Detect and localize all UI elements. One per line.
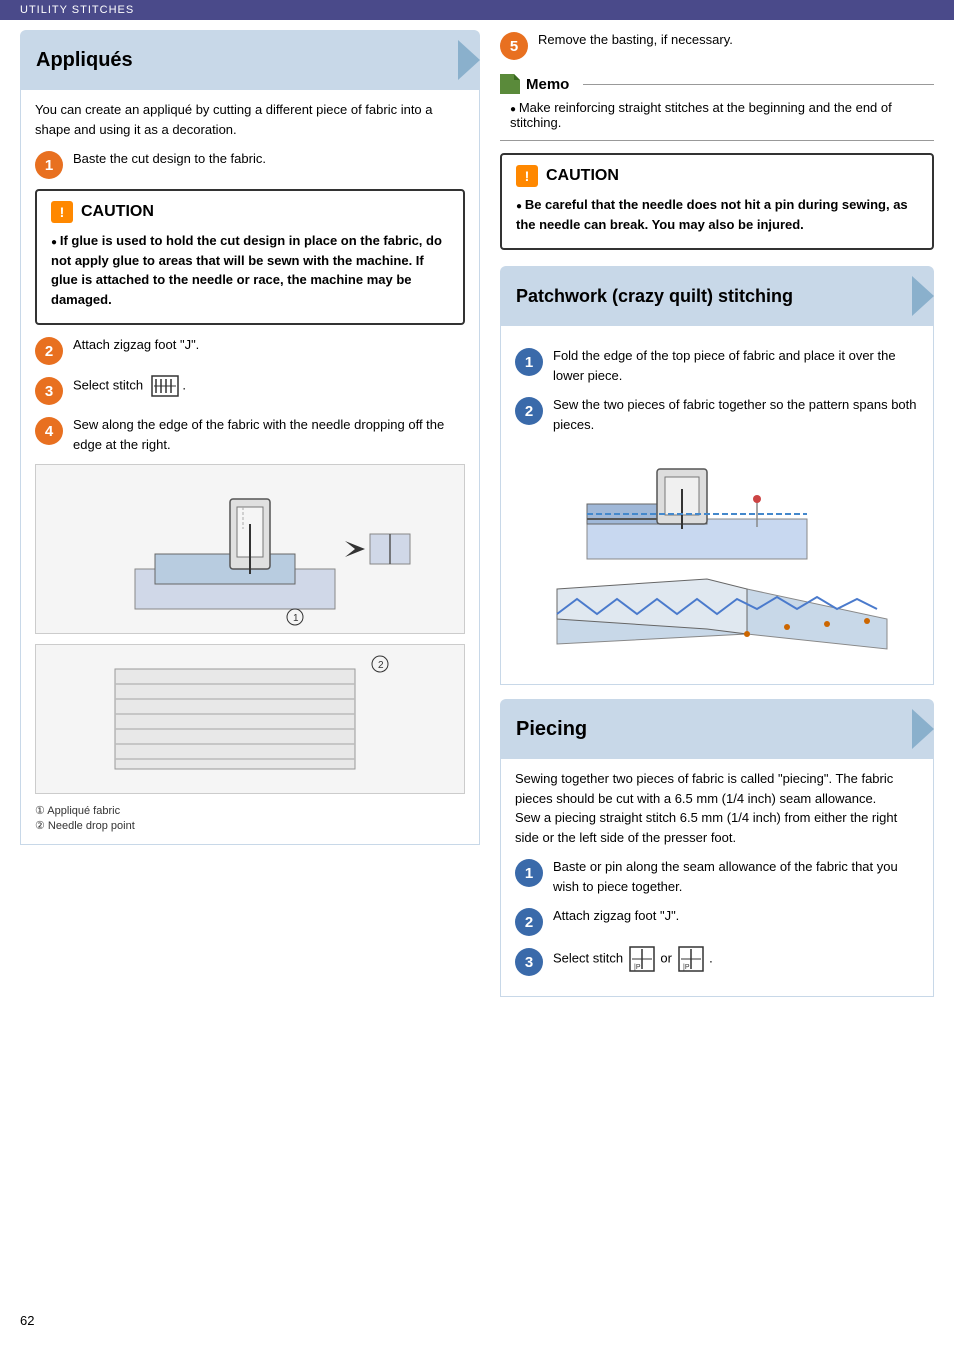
caution-label-2: CAUTION [546,167,619,185]
patchwork-header: Patchwork (crazy quilt) stitching [500,266,934,326]
caption-2: ② Needle drop point [35,819,465,832]
step-1-text: Baste the cut design to the fabric. [73,149,266,169]
step-4-text: Sew along the edge of the fabric with th… [73,415,465,454]
piecing-step-1: 1 Baste or pin along the seam allowance … [515,857,919,896]
piecing-stitch-icon-1: |P [629,946,655,972]
appliques-step-1: 1 Baste the cut design to the fabric. [35,149,465,179]
caution-item-1-0: If glue is used to hold the cut design i… [51,231,449,309]
piecing-stitch-icon-2: |P [678,946,704,972]
appliques-title: Appliqués [36,49,133,72]
piecing-step-2-circle: 2 [515,908,543,936]
appliques-header: Appliqués [20,30,480,90]
sewing-machine-illustration: 1 [35,464,465,634]
patchwork-svg [527,449,907,659]
memo-box: Memo Make reinforcing straight stitches … [500,74,934,141]
appliques-intro: You can create an appliqué by cutting a … [35,100,465,139]
step-3-circle: 3 [35,377,63,405]
memo-text: Make reinforcing straight stitches at th… [500,100,934,130]
patchwork-step-2-text: Sew the two pieces of fabric together so… [553,395,919,434]
patchwork-body: 1 Fold the edge of the top piece of fabr… [500,326,934,685]
appliques-step-4: 4 Sew along the edge of the fabric with … [35,415,465,454]
step-5-text: Remove the basting, if necessary. [538,30,733,50]
piecing-body: Sewing together two pieces of fabric is … [500,759,934,997]
piecing-intro: Sewing together two pieces of fabric is … [515,769,919,847]
step-4-circle: 4 [35,417,63,445]
patchwork-illustration [515,444,919,664]
memo-title: Memo [500,74,934,94]
svg-text:2: 2 [378,660,384,671]
page-number: 62 [20,1313,34,1328]
top-bar: UTILITY STITCHES [0,0,954,20]
right-column: 5 Remove the basting, if necessary. Memo… [500,30,934,1011]
memo-item-0: Make reinforcing straight stitches at th… [510,100,934,130]
step-3-text: Select stitch . [73,375,186,397]
warning-icon-1: ! [51,201,73,223]
patchwork-step-1-text: Fold the edge of the top piece of fabric… [553,346,919,385]
caution-text-2: Be careful that the needle does not hit … [516,195,918,234]
step-1-circle: 1 [35,151,63,179]
patchwork-step-1: 1 Fold the edge of the top piece of fabr… [515,346,919,385]
patchwork-step-2: 2 Sew the two pieces of fabric together … [515,395,919,434]
piecing-step-3-circle: 3 [515,948,543,976]
step-2-text: Attach zigzag foot "J". [73,335,199,355]
patchwork-title: Patchwork (crazy quilt) stitching [516,286,793,307]
striped-fabric-illustration: 2 [35,644,465,794]
svg-text:|P: |P [683,964,690,971]
patchwork-step-1-circle: 1 [515,348,543,376]
stitch-icon-applique [151,375,179,397]
piecing-title: Piecing [516,718,587,741]
caution-box-2: ! CAUTION Be careful that the needle doe… [500,153,934,250]
patchwork-step-2-circle: 2 [515,397,543,425]
caution-title-1: ! CAUTION [51,201,449,223]
piecing-step-1-text: Baste or pin along the seam allowance of… [553,857,919,896]
captions: ① Appliqué fabric ② Needle drop point [35,804,465,832]
svg-text:|P: |P [634,964,641,971]
piecing-header: Piecing [500,699,934,759]
left-column: Appliqués You can create an appliqué by … [20,30,480,1011]
caution-text-1: If glue is used to hold the cut design i… [51,231,449,309]
appliques-step-2: 2 Attach zigzag foot "J". [35,335,465,365]
top-bar-label: UTILITY STITCHES [20,4,134,16]
patchwork-arrow [912,276,934,316]
piecing-step-1-circle: 1 [515,859,543,887]
caution-title-2: ! CAUTION [516,165,918,187]
piecing-step-2-text: Attach zigzag foot "J". [553,906,679,926]
svg-text:1: 1 [293,613,299,624]
page: { "topBar": { "label": "UTILITY STITCHES… [0,0,954,1348]
step-5-circle: 5 [500,32,528,60]
step-5: 5 Remove the basting, if necessary. [500,30,934,60]
piecing-step-3-text: Select stitch |P or [553,946,713,972]
step-2-circle: 2 [35,337,63,365]
piecing-step-2: 2 Attach zigzag foot "J". [515,906,919,936]
appliques-body: You can create an appliqué by cutting a … [20,90,480,845]
caption-1: ① Appliqué fabric [35,804,465,817]
piecing-arrow [912,709,934,749]
warning-icon-2: ! [516,165,538,187]
memo-icon [500,74,520,94]
caution-label-1: CAUTION [81,203,154,221]
piecing-step-3: 3 Select stitch |P or [515,946,919,976]
applique-sewing-svg: 1 [75,469,425,629]
caution-box-1: ! CAUTION If glue is used to hold the cu… [35,189,465,325]
appliques-step-3: 3 Select stitch . [35,375,465,405]
striped-fabric-svg: 2 [75,649,425,789]
caution-item-2-0: Be careful that the needle does not hit … [516,195,918,234]
section-arrow [458,40,480,80]
